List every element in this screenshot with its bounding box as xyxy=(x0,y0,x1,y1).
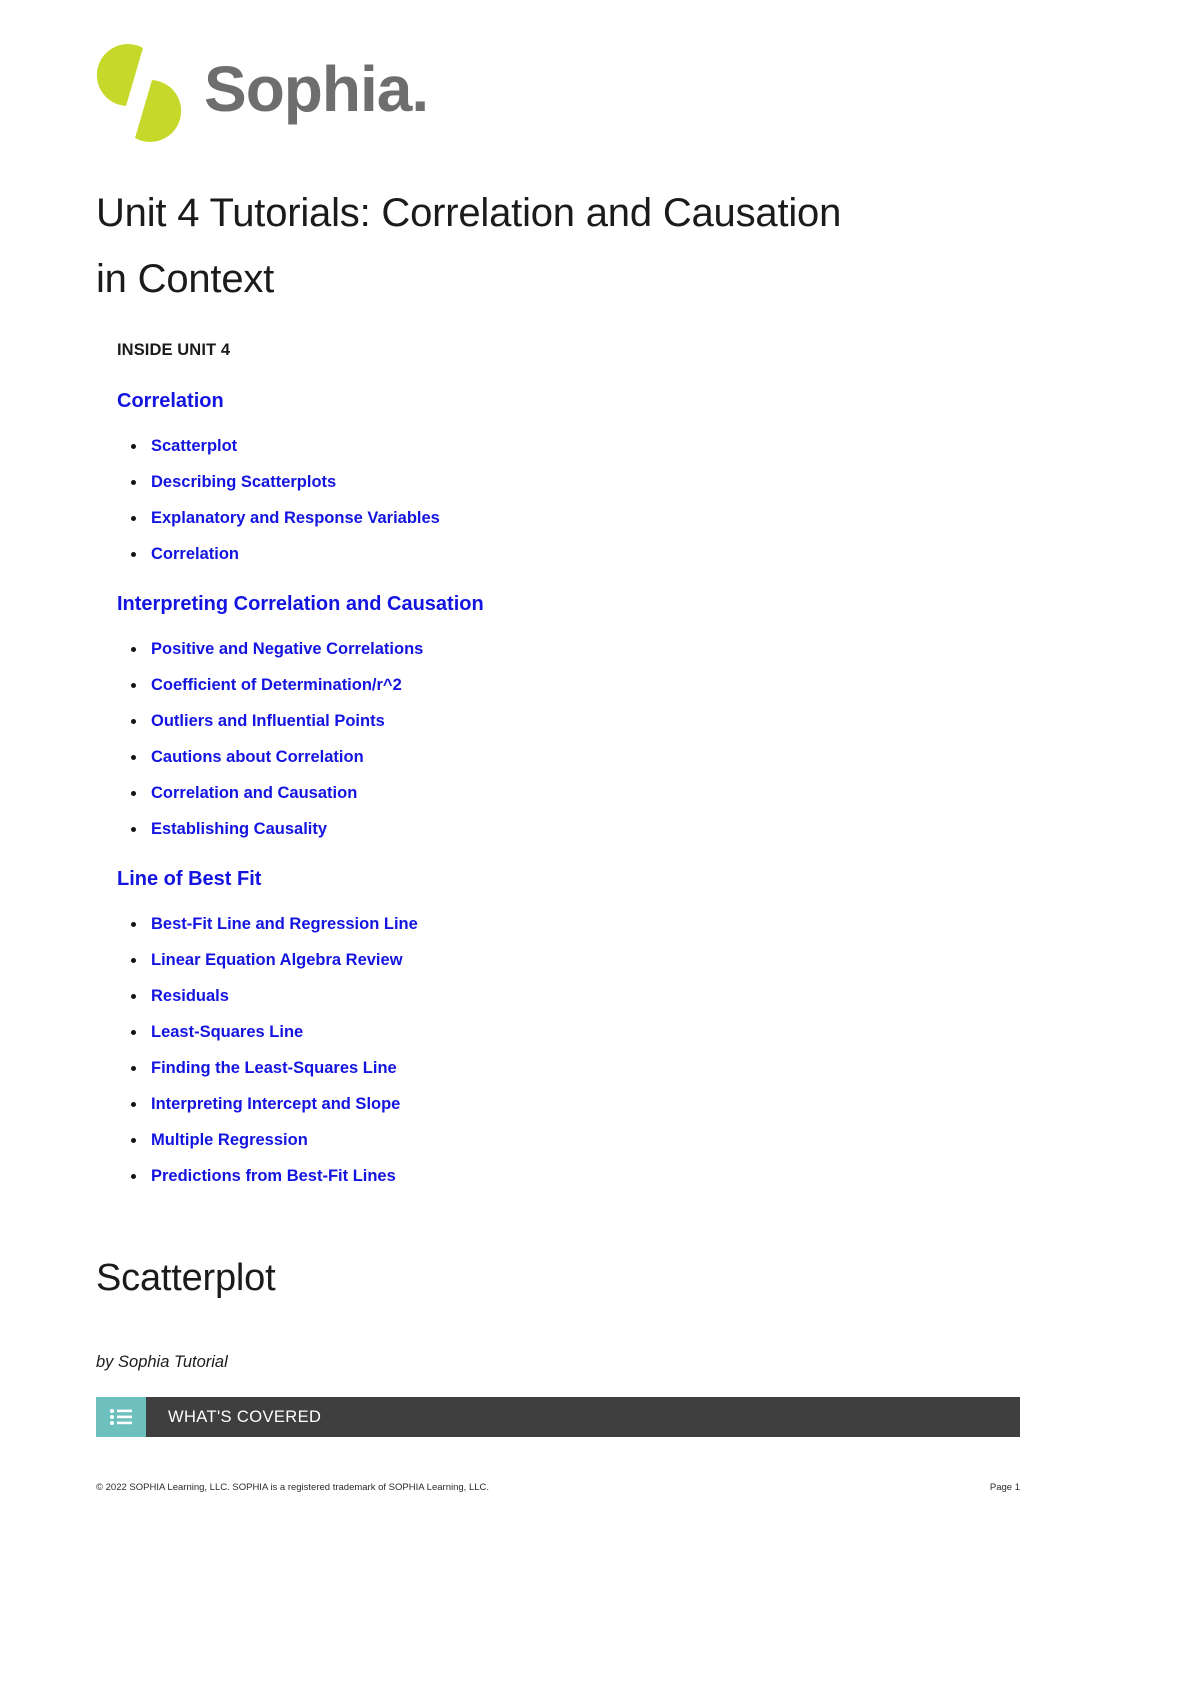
toc-section-heading[interactable]: Interpreting Correlation and Causation xyxy=(117,593,917,615)
toc-link[interactable]: Cautions about Correlation xyxy=(131,749,917,766)
whats-covered-label: WHAT'S COVERED xyxy=(168,1407,322,1426)
toc-link[interactable]: Explanatory and Response Variables xyxy=(131,510,917,527)
toc-link[interactable]: Least-Squares Line xyxy=(131,1024,917,1041)
toc-link[interactable]: Residuals xyxy=(131,988,917,1005)
toc-link[interactable]: Establishing Causality xyxy=(131,821,917,838)
document-page: Sophia. Unit 4 Tutorials: Correlation an… xyxy=(0,0,1200,1698)
footer-page-number: Page 1 xyxy=(989,1482,1020,1493)
toc-link[interactable]: Predictions from Best-Fit Lines xyxy=(131,1168,917,1185)
sophia-wordmark: Sophia. xyxy=(204,53,504,132)
toc-link[interactable]: Best-Fit Line and Regression Line xyxy=(131,916,917,933)
toc-link[interactable]: Outliers and Influential Points xyxy=(131,713,917,730)
toc-link[interactable]: Scatterplot xyxy=(131,438,917,455)
toc-link[interactable]: Linear Equation Algebra Review xyxy=(131,952,917,969)
toc-section-interpreting-correlation-and-causation: Interpreting Correlation and Causation P… xyxy=(117,593,917,838)
toc-link[interactable]: Coefficient of Determination/r^2 xyxy=(131,677,917,694)
toc-link[interactable]: Describing Scatterplots xyxy=(131,474,917,491)
toc-link[interactable]: Finding the Least-Squares Line xyxy=(131,1060,917,1077)
toc-section-list: Positive and Negative Correlations Coeff… xyxy=(117,641,917,838)
toc-link[interactable]: Positive and Negative Correlations xyxy=(131,641,917,658)
sophia-logo: Sophia. xyxy=(96,38,504,148)
toc-section-list: Best-Fit Line and Regression Line Linear… xyxy=(117,916,917,1185)
toc-section-list: Scatterplot Describing Scatterplots Expl… xyxy=(117,438,917,563)
toc-link[interactable]: Correlation and Causation xyxy=(131,785,917,802)
toc-section-correlation: Correlation Scatterplot Describing Scatt… xyxy=(117,390,917,563)
whats-covered-bar: WHAT'S COVERED xyxy=(96,1397,1020,1437)
toc-section-heading[interactable]: Line of Best Fit xyxy=(117,868,917,890)
svg-text:Sophia.: Sophia. xyxy=(204,55,428,125)
toc-section-line-of-best-fit: Line of Best Fit Best-Fit Line and Regre… xyxy=(117,868,917,1185)
footer-copyright: © 2022 SOPHIA Learning, LLC. SOPHIA is a… xyxy=(96,1482,490,1493)
inside-unit-label: INSIDE UNIT 4 xyxy=(117,341,231,359)
sophia-logo-mark-icon xyxy=(96,38,182,148)
toc-link[interactable]: Correlation xyxy=(131,546,917,563)
lesson-byline: by Sophia Tutorial xyxy=(96,1353,228,1371)
page-title: Unit 4 Tutorials: Correlation and Causat… xyxy=(96,191,842,302)
table-of-contents: Correlation Scatterplot Describing Scatt… xyxy=(117,390,917,1185)
toc-section-heading[interactable]: Correlation xyxy=(117,390,917,412)
lesson-title: Scatterplot xyxy=(96,1257,276,1299)
page-footer: © 2022 SOPHIA Learning, LLC. SOPHIA is a… xyxy=(96,1482,1020,1493)
toc-link[interactable]: Interpreting Intercept and Slope xyxy=(131,1096,917,1113)
toc-link[interactable]: Multiple Regression xyxy=(131,1132,917,1149)
list-icon xyxy=(96,1397,146,1437)
